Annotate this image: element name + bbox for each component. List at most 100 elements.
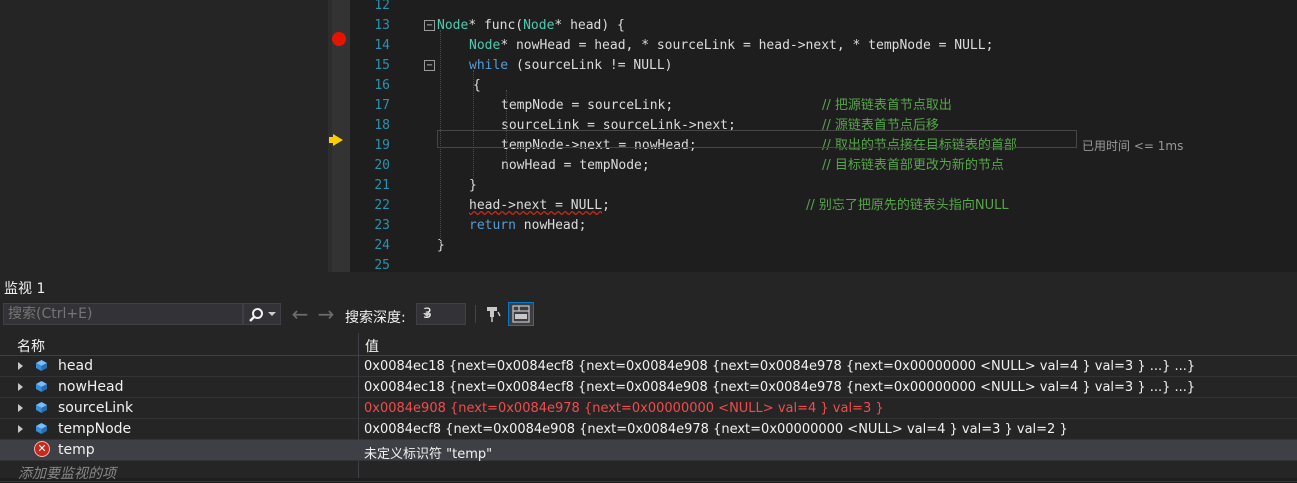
line-number: 12 <box>374 0 390 13</box>
code-token: * head) { <box>554 18 625 33</box>
pin-icon <box>487 307 501 322</box>
column-header-name[interactable]: 名称 <box>17 336 45 356</box>
search-input[interactable] <box>4 304 248 324</box>
variable-cube-icon <box>36 402 47 413</box>
search-box[interactable] <box>3 303 248 325</box>
watch-panel: 监视 1 ← → 搜索深度: 3 <box>0 272 1297 482</box>
code-token: nowHead = tempNode; <box>501 158 650 173</box>
add-watch-row[interactable]: 添加要监视的项 <box>0 461 1297 482</box>
watch-row-value[interactable]: 0x0084e908 {next=0x0084e978 {next=0x0000… <box>364 401 884 416</box>
code-line[interactable]: 15 − while (sourceLink != NULL) <box>350 56 1297 76</box>
code-token: { <box>473 78 481 93</box>
line-number: 20 <box>374 158 390 173</box>
expand-arrow-icon[interactable] <box>18 362 23 370</box>
line-number: 23 <box>374 218 390 233</box>
code-line[interactable]: 17 tempNode = sourceLink; // 把源链表首节点取出 <box>350 96 1297 116</box>
watch-row-value[interactable]: 0x0084ecf8 {next=0x0084e908 {next=0x0084… <box>364 422 1068 437</box>
pin-filter-button[interactable] <box>483 304 503 324</box>
expand-arrow-icon[interactable] <box>18 425 23 433</box>
indent-guide <box>506 90 507 168</box>
type-token: Node <box>523 18 555 33</box>
code-line[interactable]: 12 <box>350 0 1297 16</box>
watch-row[interactable]: sourceLink 0x0084e908 {next=0x0084e978 {n… <box>0 398 1297 419</box>
code-token: } <box>469 178 477 193</box>
code-token: (sourceLink != NULL) <box>508 58 673 73</box>
search-icon <box>249 308 263 322</box>
error-icon: ✕ <box>34 441 50 457</box>
fold-toggle-icon[interactable]: − <box>424 60 435 71</box>
watch-row-value[interactable]: 未定义标识符 "temp" <box>364 443 492 462</box>
code-line[interactable]: 25 <box>350 256 1297 272</box>
variable-cube-icon <box>36 381 47 392</box>
code-text: nowHead = tempNode; <box>501 156 650 176</box>
current-statement-arrow-icon <box>329 134 343 146</box>
search-forward-button[interactable]: → <box>316 304 336 324</box>
keyword-token: return <box>469 218 516 233</box>
add-watch-placeholder[interactable]: 添加要监视的项 <box>18 463 116 483</box>
code-token: ; <box>602 198 610 213</box>
watch-row-value[interactable]: 0x0084ec18 {next=0x0084ecf8 {next=0x0084… <box>364 380 1195 395</box>
watch-row-name[interactable]: temp <box>58 442 95 458</box>
line-number: 14 <box>374 38 390 53</box>
line-number: 16 <box>374 78 390 93</box>
line-number: 24 <box>374 238 390 253</box>
watch-row[interactable]: nowHead 0x0084ec18 {next=0x0084ecf8 {next… <box>0 377 1297 398</box>
code-line[interactable]: 16 { <box>350 76 1297 96</box>
watch-row[interactable]: ✕ temp 未定义标识符 "temp" <box>0 440 1297 462</box>
watch-panel-title: 监视 1 <box>4 281 46 297</box>
search-depth-select[interactable]: 3 <box>416 303 466 325</box>
watch-row[interactable]: head 0x0084ec18 {next=0x0084ecf8 {next=0x… <box>0 356 1297 377</box>
line-number: 15 <box>374 58 390 73</box>
tab-view-button[interactable] <box>508 302 534 326</box>
breakpoint-icon[interactable] <box>332 32 346 46</box>
code-area[interactable]: 12 13− Node* func(Node* head) {14 Node* now… <box>350 0 1297 272</box>
toolbar-divider <box>475 305 476 323</box>
search-depth-label: 搜索深度: <box>345 310 406 326</box>
column-separator[interactable] <box>358 333 359 478</box>
keyword-token: while <box>469 58 509 73</box>
tab-icon <box>512 305 530 323</box>
code-editor: 12 13− Node* func(Node* head) {14 Node* now… <box>0 0 1297 272</box>
type-token: Node <box>437 18 469 33</box>
watch-row-name[interactable]: head <box>58 358 93 374</box>
line-number: 21 <box>374 178 390 193</box>
watch-row-name[interactable]: sourceLink <box>58 400 133 416</box>
fold-toggle-icon[interactable]: − <box>424 20 435 31</box>
watch-grid: 名称 值 head 0x0084ec18 {next=0x0084ecf8 {ne… <box>0 333 1297 482</box>
type-token: Node <box>469 38 501 53</box>
variable-cube-icon <box>36 423 47 434</box>
search-back-button[interactable]: ← <box>290 304 310 324</box>
code-line[interactable]: 23 return nowHead; <box>350 216 1297 236</box>
code-line[interactable]: 21} <box>350 176 1297 196</box>
code-text: return nowHead; <box>469 216 586 236</box>
watch-row-name[interactable]: tempNode <box>58 421 131 437</box>
code-line[interactable]: 14 Node* nowHead = head, * sourceLink = h… <box>350 36 1297 56</box>
code-comment: // 别忘了把原先的链表头指向NULL <box>806 198 1009 213</box>
expand-arrow-icon[interactable] <box>18 383 23 391</box>
code-line[interactable]: 20 nowHead = tempNode; // 目标链表首部更改为新的节点 <box>350 156 1297 176</box>
code-comment: // 目标链表首部更改为新的节点 <box>822 158 1004 173</box>
current-line-highlight <box>437 130 1077 148</box>
code-token: * func( <box>468 18 524 33</box>
watch-row[interactable]: tempNode 0x0084ecf8 {next=0x0084e908 {nex… <box>0 419 1297 440</box>
code-text: { <box>473 76 481 96</box>
expand-arrow-icon[interactable] <box>18 404 23 412</box>
watch-row-value[interactable]: 0x0084ec18 {next=0x0084ecf8 {next=0x0084… <box>364 359 1195 374</box>
code-line[interactable]: 24} <box>350 236 1297 256</box>
code-text: while (sourceLink != NULL) <box>469 56 673 76</box>
line-number: 19 <box>374 138 390 153</box>
code-line[interactable]: 22 head->next = NULL; // 别忘了把原先的链表头指向NULL <box>350 196 1297 216</box>
code-token: head->next = NULL <box>469 198 603 213</box>
left-pane <box>0 0 328 272</box>
search-button[interactable] <box>243 303 281 325</box>
grid-header: 名称 值 <box>0 333 1297 356</box>
code-token: * nowHead = head, * sourceLink = head->n… <box>500 38 994 53</box>
line-number: 25 <box>374 258 390 272</box>
column-header-value[interactable]: 值 <box>365 336 379 356</box>
code-token: nowHead; <box>515 218 587 233</box>
code-text: Node* nowHead = head, * sourceLink = hea… <box>469 36 993 56</box>
watch-toolbar: ← → 搜索深度: 3 <box>0 301 1297 331</box>
code-line[interactable]: 13− Node* func(Node* head) { <box>350 16 1297 36</box>
code-text: tempNode = sourceLink; <box>501 96 673 116</box>
watch-row-name[interactable]: nowHead <box>58 379 124 395</box>
